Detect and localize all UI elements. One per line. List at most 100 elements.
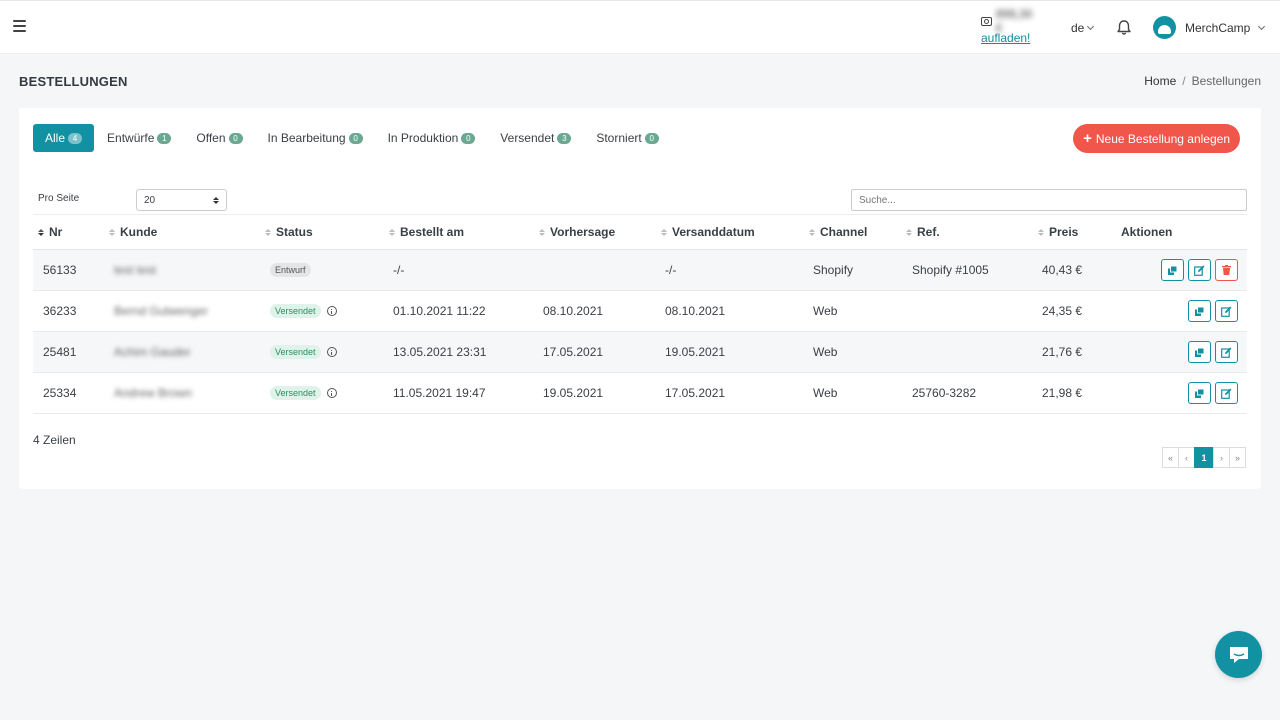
tab-label: In Produktion [388,131,459,145]
edit-icon [1194,265,1205,276]
edit-button[interactable] [1215,382,1238,404]
cell-preis: 21,98 € [1042,373,1082,413]
tab-alle[interactable]: Alle4 [33,124,94,152]
status-badge: Versendet [270,304,321,318]
column-versanddatum[interactable]: Versanddatum [661,225,755,239]
menu-icon[interactable] [13,20,26,32]
column-vorhersage[interactable]: Vorhersage [539,225,615,239]
tab-in-bearbeitung[interactable]: In Bearbeitung0 [256,124,375,152]
info-icon[interactable] [327,347,337,357]
new-order-button[interactable]: + Neue Bestellung anlegen [1073,124,1240,153]
edit-icon [1221,347,1232,358]
wallet-icon [981,17,992,26]
top-bar: 898,30 € aufladen! de MerchCamp [0,0,1280,54]
chevron-down-icon [1258,22,1265,29]
table-row[interactable]: 25481 Achim Gauder Versendet 13.05.2021 … [33,332,1247,373]
tab-versendet[interactable]: Versendet3 [488,124,583,152]
per-page-label: Pro Seite [38,193,79,204]
duplicate-button[interactable] [1188,382,1211,404]
sort-icon [265,229,271,236]
user-name: MerchCamp [1185,21,1250,35]
per-page-value: 20 [144,195,155,206]
info-icon[interactable] [327,306,337,316]
duplicate-button[interactable] [1161,259,1184,281]
status-badge: Entwurf [270,263,311,277]
tab-in-produktion[interactable]: In Produktion0 [376,124,488,152]
language-selector[interactable]: de [1071,21,1093,35]
info-icon[interactable] [327,388,337,398]
cell-versanddatum: -/- [665,250,676,290]
cell-versanddatum: 17.05.2021 [665,373,725,413]
column-ref[interactable]: Ref. [906,225,940,239]
cell-channel: Web [813,373,837,413]
sort-icon [389,229,395,236]
column-kunde[interactable]: Kunde [109,225,157,239]
cell-channel: Shopify [813,250,853,290]
sort-icon [809,229,815,236]
duplicate-button[interactable] [1188,341,1211,363]
column-label: Vorhersage [550,225,615,239]
pagination-next[interactable]: › [1213,447,1230,468]
edit-button[interactable] [1215,341,1238,363]
tab-count: 0 [461,133,475,144]
tab-storniert[interactable]: Storniert0 [584,124,670,152]
duplicate-button[interactable] [1188,300,1211,322]
column-preis[interactable]: Preis [1038,225,1078,239]
row-actions [1188,300,1238,322]
cell-bestellt-am: 01.10.2021 11:22 [393,291,486,331]
cell-vorhersage: 19.05.2021 [543,373,603,413]
search-input[interactable] [851,189,1247,211]
pagination-page-1[interactable]: 1 [1194,447,1214,468]
tab-label: Storniert [596,131,641,145]
orders-card: Alle4 Entwürfe1 Offen 0 In Bearbeitung0 I… [19,108,1261,489]
chevron-down-icon [1087,23,1094,30]
table-row[interactable]: 56133 test test Entwurf -/- -/- Shopify … [33,250,1247,291]
cell-status: Versendet [270,332,337,372]
cell-status: Versendet [270,373,337,413]
pagination-prev[interactable]: ‹ [1178,447,1195,468]
edit-button[interactable] [1188,259,1211,281]
rows-count: 4 Zeilen [33,433,76,447]
status-tabs: Alle4 Entwürfe1 Offen 0 In Bearbeitung0 I… [33,124,672,152]
column-status[interactable]: Status [265,225,313,239]
column-bestellt-am[interactable]: Bestellt am [389,225,464,239]
row-actions [1161,259,1238,281]
bell-icon[interactable] [1116,19,1132,36]
pagination-first[interactable]: « [1162,447,1179,468]
delete-button[interactable] [1215,259,1238,281]
cell-status: Versendet [270,291,337,331]
column-label: Channel [820,225,867,239]
user-menu[interactable]: MerchCamp [1153,16,1264,39]
row-actions [1188,382,1238,404]
column-channel[interactable]: Channel [809,225,867,239]
tab-count: 0 [229,133,243,144]
pagination-last[interactable]: » [1229,447,1246,468]
cell-ref: Shopify #1005 [912,250,989,290]
per-page-select[interactable]: 20 [136,189,227,211]
tab-count: 0 [349,133,363,144]
column-aktionen: Aktionen [1121,225,1172,239]
cell-nr: 25481 [43,332,76,372]
status-badge: Versendet [270,386,321,400]
tab-label: Offen [196,131,225,145]
tab-count: 3 [557,133,571,144]
breadcrumb-current: Bestellungen [1192,74,1261,88]
chat-button[interactable] [1215,631,1262,678]
cell-versanddatum: 08.10.2021 [665,291,725,331]
sort-icon [109,229,115,236]
sort-icon [906,229,912,236]
column-label: Bestellt am [400,225,464,239]
tab-entwuerfe[interactable]: Entwürfe1 [95,124,183,152]
copy-icon [1168,266,1177,275]
tab-label: Versendet [500,131,554,145]
column-label: Status [276,225,313,239]
cell-preis: 24,35 € [1042,291,1082,331]
table-row[interactable]: 25334 Andrew Brown Versendet 11.05.2021 … [33,373,1247,414]
sort-icon [661,229,667,236]
edit-button[interactable] [1215,300,1238,322]
tab-offen[interactable]: Offen 0 [184,124,254,152]
table-row[interactable]: 36233 Bernd Gutwenger Versendet 01.10.20… [33,291,1247,332]
chat-bubble-icon [1228,645,1250,665]
column-nr[interactable]: Nr [38,225,62,239]
breadcrumb-home[interactable]: Home [1144,74,1176,88]
